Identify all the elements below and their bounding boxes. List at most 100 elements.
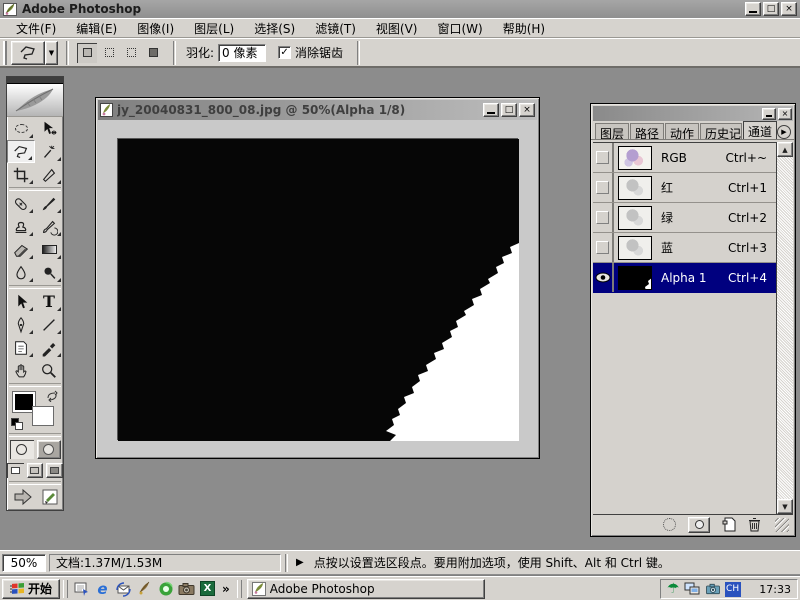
tool-line[interactable] bbox=[35, 313, 63, 336]
selection-mode-subtract-button[interactable] bbox=[121, 43, 141, 63]
tab-paths[interactable]: 路径 bbox=[630, 123, 664, 139]
camera-app-icon[interactable] bbox=[176, 579, 197, 599]
tool-path-selection[interactable] bbox=[7, 290, 35, 313]
tool-elliptical-marquee[interactable] bbox=[7, 117, 35, 140]
menu-window[interactable]: 窗口(W) bbox=[427, 18, 492, 39]
start-button[interactable]: 开始 bbox=[2, 579, 60, 599]
swap-colors-icon[interactable] bbox=[46, 390, 59, 402]
visibility-checkbox[interactable] bbox=[596, 241, 609, 254]
document-close-button[interactable]: × bbox=[519, 103, 535, 117]
menu-image[interactable]: 图像(I) bbox=[127, 18, 184, 39]
scroll-down-button[interactable]: ▼ bbox=[777, 499, 793, 514]
tool-eraser[interactable] bbox=[7, 238, 35, 261]
antialias-checkbox[interactable]: ✓ bbox=[278, 46, 291, 59]
fullscreen-menubar-button[interactable] bbox=[27, 463, 44, 478]
toolbox-drag-bar[interactable] bbox=[7, 77, 63, 84]
status-popup-arrow[interactable]: ▶ bbox=[296, 557, 304, 568]
default-colors-icon[interactable] bbox=[11, 418, 23, 430]
visibility-cell[interactable] bbox=[593, 173, 614, 202]
tool-notes[interactable] bbox=[7, 336, 35, 359]
menu-filter[interactable]: 滤镜(T) bbox=[305, 18, 366, 39]
jump-to-imageready-icon[interactable] bbox=[13, 488, 39, 506]
palette-resize-grip[interactable] bbox=[775, 518, 789, 532]
menu-select[interactable]: 选择(S) bbox=[244, 18, 305, 39]
channel-row-rgb[interactable]: RGB Ctrl+~ bbox=[593, 143, 793, 173]
taskbar-handle[interactable] bbox=[63, 580, 68, 598]
acdsee-icon[interactable] bbox=[155, 579, 176, 599]
document-maximize-button[interactable]: □ bbox=[501, 103, 517, 117]
image-canvas[interactable] bbox=[117, 138, 518, 440]
document-title-bar[interactable]: jy_20040831_800_08.jpg @ 50%(Alpha 1/8) … bbox=[98, 100, 537, 120]
scroll-track[interactable] bbox=[777, 157, 793, 499]
load-selection-button[interactable] bbox=[663, 518, 676, 531]
tool-lasso[interactable] bbox=[7, 140, 35, 163]
tool-blur[interactable] bbox=[7, 261, 35, 284]
standard-mode-button[interactable] bbox=[10, 440, 34, 459]
photoshop-shortcut-icon[interactable] bbox=[134, 579, 155, 599]
tool-move[interactable] bbox=[35, 117, 63, 140]
channel-row-blue[interactable]: 蓝 Ctrl+3 bbox=[593, 233, 793, 263]
save-selection-as-channel-button[interactable] bbox=[688, 517, 710, 533]
tool-history-brush[interactable] bbox=[35, 215, 63, 238]
internet-explorer-icon[interactable]: e bbox=[92, 579, 113, 599]
visibility-checkbox[interactable] bbox=[596, 181, 609, 194]
tool-type[interactable]: T bbox=[35, 290, 63, 313]
feather-input[interactable] bbox=[218, 44, 266, 62]
palette-scrollbar[interactable]: ▲ ▼ bbox=[776, 142, 793, 514]
taskbar-handle[interactable] bbox=[237, 580, 242, 598]
selection-mode-new-button[interactable] bbox=[77, 43, 97, 63]
tab-history[interactable]: 历史记 bbox=[700, 123, 742, 139]
visibility-cell[interactable] bbox=[593, 143, 614, 172]
zoom-level-field[interactable]: 50% bbox=[2, 554, 46, 572]
menu-file[interactable]: 文件(F) bbox=[6, 18, 66, 39]
outlook-express-icon[interactable] bbox=[113, 579, 134, 599]
tool-zoom[interactable] bbox=[35, 359, 63, 382]
palette-minimize-button[interactable] bbox=[762, 108, 776, 120]
palette-close-button[interactable]: × bbox=[778, 108, 792, 120]
fullscreen-button[interactable] bbox=[46, 463, 63, 478]
toolbox-logo[interactable] bbox=[7, 84, 63, 117]
quick-launch-overflow-chevron[interactable]: » bbox=[218, 582, 234, 596]
tool-crop[interactable] bbox=[7, 163, 35, 186]
tab-channels[interactable]: 通道 bbox=[743, 121, 777, 139]
document-minimize-button[interactable] bbox=[483, 103, 499, 117]
tool-clone-stamp[interactable] bbox=[7, 215, 35, 238]
network-icon[interactable] bbox=[684, 582, 701, 596]
menu-layer[interactable]: 图层(L) bbox=[184, 18, 244, 39]
tab-layers[interactable]: 图层 bbox=[595, 123, 629, 139]
imageready-logo-icon[interactable] bbox=[42, 489, 58, 505]
selection-mode-add-button[interactable] bbox=[99, 43, 119, 63]
visibility-cell[interactable] bbox=[593, 203, 614, 232]
ime-indicator[interactable]: CH bbox=[725, 582, 741, 597]
channel-row-red[interactable]: 红 Ctrl+1 bbox=[593, 173, 793, 203]
palette-menu-button[interactable]: ▶ bbox=[777, 125, 791, 139]
app-restore-button[interactable]: □ bbox=[763, 2, 779, 16]
tray-camera-icon[interactable] bbox=[705, 583, 721, 595]
tool-healing-brush[interactable] bbox=[7, 192, 35, 215]
channel-row-alpha1[interactable]: Alpha 1 Ctrl+4 bbox=[593, 263, 793, 293]
channel-row-green[interactable]: 绿 Ctrl+2 bbox=[593, 203, 793, 233]
tool-preset-button[interactable] bbox=[11, 41, 45, 65]
options-bar-handle[interactable] bbox=[3, 41, 7, 65]
show-desktop-icon[interactable] bbox=[71, 579, 92, 599]
antivirus-umbrella-icon[interactable]: ☂ bbox=[667, 582, 680, 596]
visibility-checkbox[interactable] bbox=[596, 211, 609, 224]
app-minimize-button[interactable] bbox=[745, 2, 761, 16]
menu-edit[interactable]: 编辑(E) bbox=[66, 18, 127, 39]
new-channel-button[interactable] bbox=[722, 517, 736, 532]
scroll-up-button[interactable]: ▲ bbox=[777, 142, 793, 157]
standard-screen-button[interactable] bbox=[7, 463, 24, 478]
tool-gradient[interactable] bbox=[35, 238, 63, 261]
visibility-cell[interactable] bbox=[593, 233, 614, 262]
tool-hand[interactable] bbox=[7, 359, 35, 382]
palette-title-bar[interactable]: × bbox=[593, 106, 793, 121]
visibility-cell[interactable] bbox=[593, 263, 614, 292]
quick-mask-mode-button[interactable] bbox=[37, 440, 61, 459]
delete-channel-trash-button[interactable] bbox=[748, 517, 761, 532]
visibility-checkbox[interactable] bbox=[596, 151, 609, 164]
tool-eyedropper[interactable] bbox=[35, 336, 63, 359]
background-color-swatch[interactable] bbox=[32, 406, 54, 426]
tool-pen[interactable] bbox=[7, 313, 35, 336]
menu-view[interactable]: 视图(V) bbox=[366, 18, 428, 39]
tool-slice[interactable] bbox=[35, 163, 63, 186]
